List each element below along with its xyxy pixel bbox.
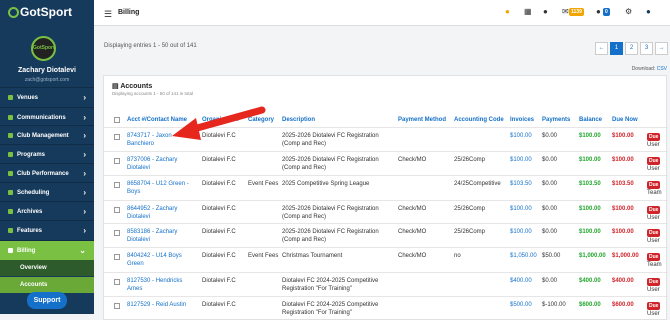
annotation-arrow <box>172 106 266 140</box>
arrow-head <box>172 118 201 140</box>
arrow-shaft <box>186 106 266 134</box>
